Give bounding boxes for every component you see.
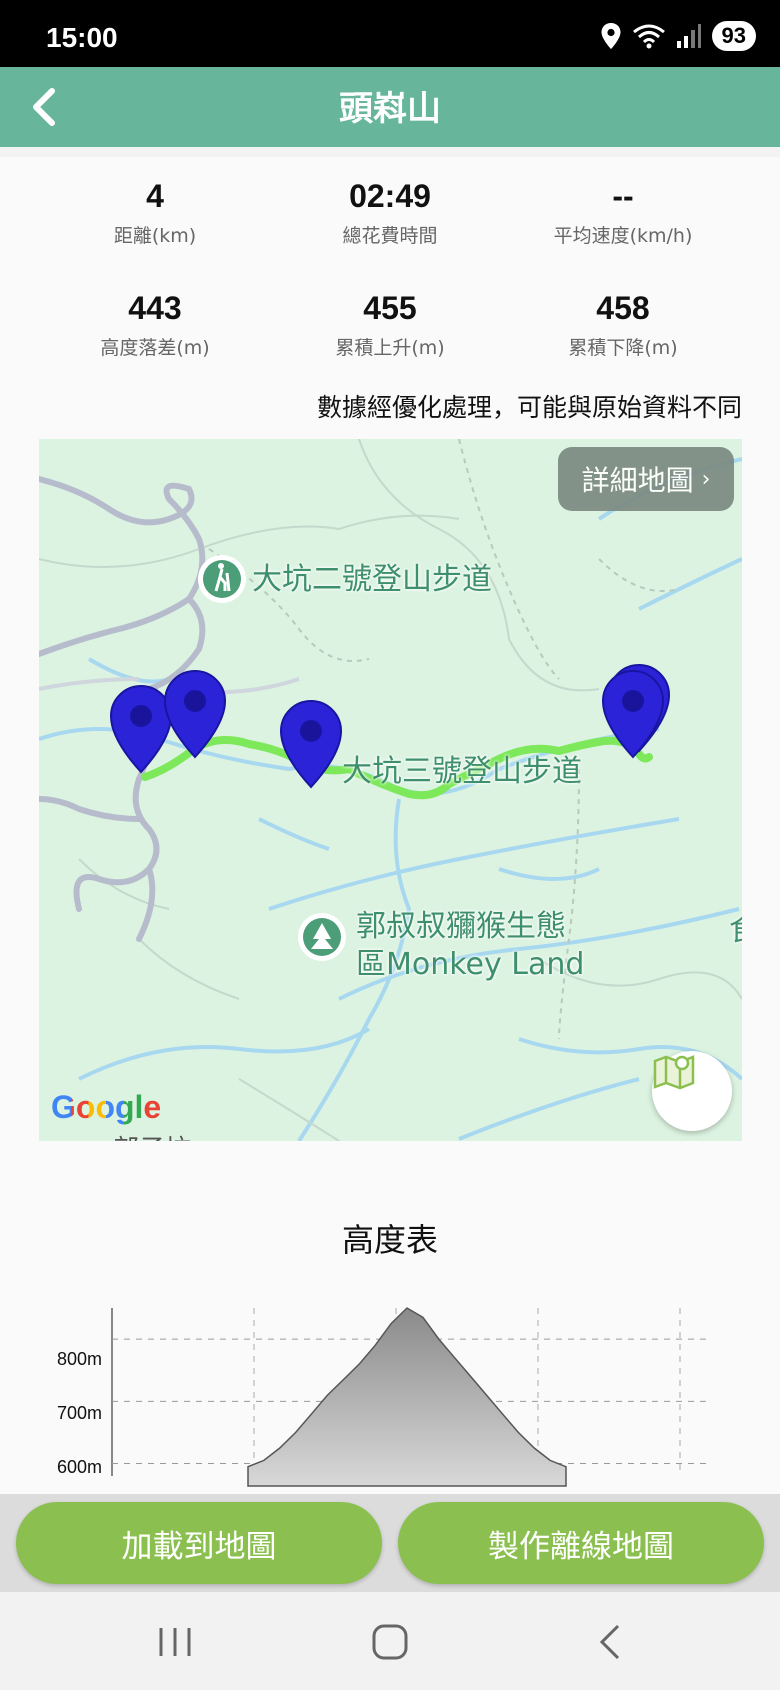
tree-poi-icon bbox=[298, 913, 346, 961]
stat-ascent: 455 累積上升(m) bbox=[260, 290, 520, 360]
data-note: 數據經優化處理，可能與原始資料不同 bbox=[316, 393, 742, 422]
make-offline-map-button[interactable]: 製作離線地圖 bbox=[398, 1502, 764, 1584]
y-tick-label: 600m bbox=[57, 1457, 102, 1477]
google-wordmark: Google bbox=[51, 1089, 162, 1125]
signal-icon bbox=[676, 24, 701, 48]
system-back-button[interactable] bbox=[580, 1622, 640, 1662]
recents-icon bbox=[159, 1628, 191, 1656]
home-icon bbox=[372, 1624, 408, 1660]
stat-value: -- bbox=[612, 178, 634, 214]
stat-label: 總花費時間 bbox=[342, 225, 438, 247]
status-time: 15:00 bbox=[46, 22, 118, 53]
load-to-map-button[interactable]: 加載到地圖 bbox=[16, 1502, 382, 1584]
button-label: 加載到地圖 bbox=[121, 1528, 277, 1565]
stat-descent: 458 累積下降(m) bbox=[493, 290, 753, 360]
wifi-icon bbox=[632, 24, 665, 49]
stat-value: 02:49 bbox=[349, 178, 431, 214]
stat-label: 累積下降(m) bbox=[568, 337, 678, 359]
back-icon bbox=[599, 1624, 620, 1660]
system-nav-bar bbox=[0, 1592, 780, 1690]
map-canvas bbox=[39, 439, 742, 1141]
divider bbox=[0, 147, 780, 157]
status-bar: 15:00 93 bbox=[0, 0, 780, 67]
stat-label: 平均速度(km/h) bbox=[553, 225, 693, 247]
home-button[interactable] bbox=[360, 1622, 420, 1662]
stat-value: 458 bbox=[596, 290, 650, 326]
y-tick-label: 800m bbox=[57, 1349, 102, 1369]
poi-label[interactable]: 大坑三號登山步道 bbox=[342, 746, 582, 790]
location-icon bbox=[601, 23, 621, 49]
stat-value: 455 bbox=[363, 290, 417, 326]
page-title: 頭嵙山 bbox=[339, 89, 441, 129]
map-icon bbox=[653, 1055, 695, 1090]
map-layer-button[interactable] bbox=[652, 1051, 732, 1131]
chevron-right-icon: › bbox=[701, 466, 711, 492]
stat-value: 4 bbox=[146, 178, 164, 214]
stat-label: 距離(km) bbox=[113, 225, 197, 247]
stat-label: 累積上升(m) bbox=[335, 337, 445, 359]
app-bar: 頭嵙山 bbox=[0, 67, 780, 147]
google-attribution: Google bbox=[51, 1089, 161, 1126]
detail-map-label: 詳細地圖 bbox=[581, 464, 694, 497]
stat-distance: 4 距離(km) bbox=[25, 178, 285, 248]
hiking-poi-icon bbox=[198, 555, 246, 603]
elevation-chart: 800m 700m 600m bbox=[57, 1307, 710, 1487]
poi-label-clipped: 食 bbox=[729, 905, 742, 949]
stat-avg-speed: -- 平均速度(km/h) bbox=[493, 178, 753, 248]
poi-label[interactable]: 區Monkey Land bbox=[356, 939, 584, 983]
status-icons: 93 bbox=[600, 20, 756, 52]
map-place-label: 部子坑 bbox=[113, 1129, 191, 1141]
route-map[interactable]: 大坑二號登山步道 大坑三號登山步道 郭叔叔獼猴生態 區Monkey Land 食… bbox=[39, 439, 742, 1141]
stats-panel: 4 距離(km) 02:49 總花費時間 -- 平均速度(km/h) 443 高… bbox=[0, 160, 780, 380]
recent-apps-button[interactable] bbox=[145, 1622, 205, 1662]
stat-total-time: 02:49 總花費時間 bbox=[260, 178, 520, 248]
y-tick-label: 700m bbox=[57, 1403, 102, 1423]
stat-label: 高度落差(m) bbox=[100, 337, 210, 359]
elevation-area bbox=[247, 1307, 567, 1487]
poi-label[interactable]: 大坑二號登山步道 bbox=[252, 554, 492, 598]
button-label: 製作離線地圖 bbox=[488, 1528, 674, 1565]
action-bar: 加載到地圖 製作離線地圖 bbox=[0, 1494, 780, 1592]
elevation-title: 高度表 bbox=[341, 1221, 438, 1259]
stat-value: 443 bbox=[128, 290, 182, 326]
stat-elevation-diff: 443 高度落差(m) bbox=[25, 290, 285, 360]
battery-indicator: 93 bbox=[711, 21, 756, 51]
detail-map-button[interactable]: 詳細地圖 › bbox=[558, 447, 734, 511]
